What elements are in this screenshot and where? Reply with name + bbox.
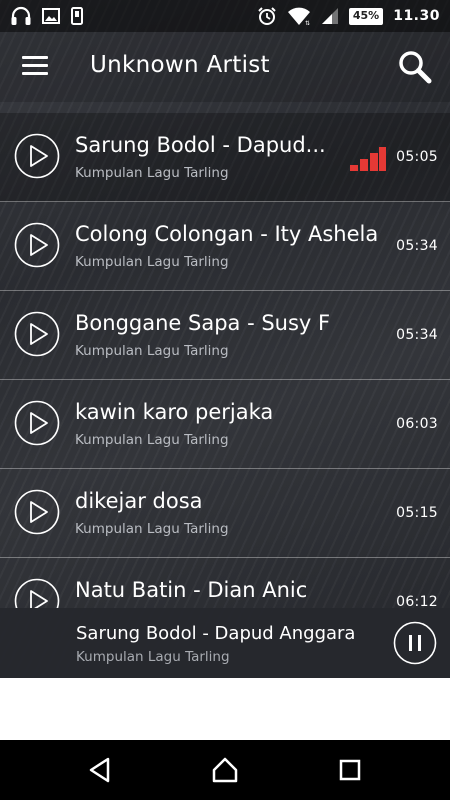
play-circle-icon[interactable] xyxy=(14,400,60,446)
alarm-icon xyxy=(257,6,277,26)
song-album: Kumpulan Lagu Tarling xyxy=(75,343,229,359)
battery-indicator: 45% xyxy=(348,7,384,25)
play-circle-icon[interactable] xyxy=(14,133,60,179)
wifi-icon: ⇅ xyxy=(287,6,311,26)
song-row[interactable]: Natu Batin - Dian Anic 06:12 xyxy=(0,558,450,608)
song-duration: 05:05 xyxy=(396,149,438,165)
navigation-bar xyxy=(0,740,450,800)
image-icon xyxy=(42,8,60,24)
play-circle-icon[interactable] xyxy=(14,222,60,268)
song-duration: 05:15 xyxy=(396,505,438,521)
now-playing-bar[interactable]: Sarung Bodol - Dapud Anggara Kumpulan La… xyxy=(0,608,450,678)
page-title: Unknown Artist xyxy=(90,52,270,78)
song-title: dikejar dosa xyxy=(75,489,203,513)
song-title: Colong Colongan - Ity Ashela xyxy=(75,222,379,246)
headphones-icon xyxy=(10,6,32,26)
song-title: Bonggane Sapa - Susy F xyxy=(75,311,331,335)
song-duration: 05:34 xyxy=(396,327,438,343)
empty-area xyxy=(0,678,450,740)
recent-apps-icon[interactable] xyxy=(336,756,364,784)
phone-notification-icon xyxy=(70,7,84,25)
song-title: Sarung Bodol - Dapud... xyxy=(75,133,326,157)
song-album: Kumpulan Lagu Tarling xyxy=(75,254,229,270)
status-bar: ⇅ 45% 11.30 xyxy=(0,0,450,32)
hamburger-menu-icon[interactable] xyxy=(22,56,48,78)
song-row[interactable]: Bonggane Sapa - Susy F Kumpulan Lagu Tar… xyxy=(0,291,450,380)
song-duration: 06:12 xyxy=(396,594,438,608)
back-icon[interactable] xyxy=(86,756,114,784)
song-row[interactable]: kawin karo perjaka Kumpulan Lagu Tarling… xyxy=(0,380,450,469)
now-playing-title: Sarung Bodol - Dapud Anggara xyxy=(76,623,356,644)
song-duration: 06:03 xyxy=(396,416,438,432)
song-row[interactable]: dikejar dosa Kumpulan Lagu Tarling 05:15 xyxy=(0,469,450,558)
play-circle-icon[interactable] xyxy=(14,578,60,608)
song-title: kawin karo perjaka xyxy=(75,400,274,424)
song-album: Kumpulan Lagu Tarling xyxy=(75,165,229,181)
song-row[interactable]: Sarung Bodol - Dapud... Kumpulan Lagu Ta… xyxy=(0,113,450,202)
song-title: Natu Batin - Dian Anic xyxy=(75,578,308,602)
pause-icon[interactable] xyxy=(393,621,437,665)
song-album: Kumpulan Lagu Tarling xyxy=(75,432,229,448)
svg-text:⇅: ⇅ xyxy=(305,20,310,26)
equalizer-icon xyxy=(350,147,386,171)
status-clock: 11.30 xyxy=(393,8,440,24)
song-duration: 05:34 xyxy=(396,238,438,254)
song-album: Kumpulan Lagu Tarling xyxy=(75,521,229,537)
play-circle-icon[interactable] xyxy=(14,489,60,535)
now-playing-album: Kumpulan Lagu Tarling xyxy=(76,649,230,665)
home-icon[interactable] xyxy=(211,756,239,784)
play-circle-icon[interactable] xyxy=(14,311,60,357)
song-row[interactable]: Colong Colongan - Ity Ashela Kumpulan La… xyxy=(0,202,450,291)
signal-icon xyxy=(321,7,339,25)
app-bar: Unknown Artist xyxy=(0,32,450,102)
song-list[interactable]: Sarung Bodol - Dapud... Kumpulan Lagu Ta… xyxy=(0,113,450,608)
search-icon[interactable] xyxy=(398,50,432,84)
